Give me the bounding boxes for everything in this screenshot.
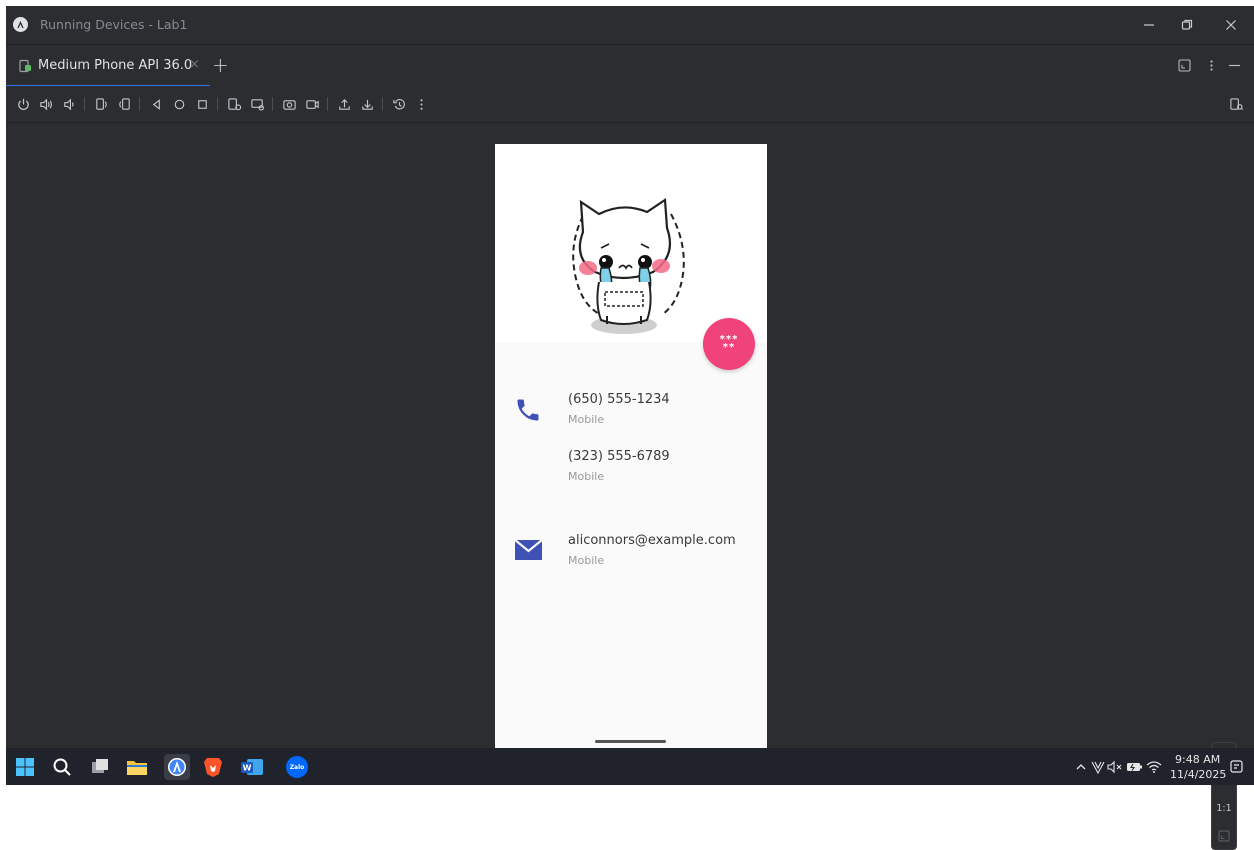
volume-up-icon[interactable] — [37, 95, 55, 113]
email-icon — [514, 539, 543, 566]
fab-stars-icon: *** ** — [720, 335, 739, 353]
rotate-left-icon[interactable] — [92, 95, 110, 113]
notifications-icon[interactable] — [1226, 756, 1248, 778]
task-view-icon[interactable] — [89, 756, 111, 778]
windows-start-icon[interactable] — [14, 756, 36, 778]
email-address[interactable]: aliconnors@example.com — [568, 533, 736, 548]
file-explorer-icon[interactable] — [126, 756, 148, 778]
download-icon[interactable] — [358, 95, 376, 113]
toolbar-divider — [382, 97, 383, 111]
title-bar: Running Devices - Lab1 — [6, 6, 1254, 44]
clock-time[interactable]: 9:48 AM — [1175, 753, 1220, 766]
emulator-toolbar — [6, 86, 1254, 122]
word-icon[interactable]: W — [239, 756, 265, 778]
phone-type-1: Mobile — [568, 413, 605, 426]
word-letter: W — [243, 764, 252, 773]
android-studio-logo-icon — [13, 17, 28, 32]
wifi-icon[interactable] — [1143, 756, 1165, 778]
minimize-button[interactable] — [1138, 14, 1160, 36]
fit-screen-icon[interactable] — [1212, 827, 1236, 846]
snapshot-restore-icon[interactable] — [390, 95, 408, 113]
tab-close-icon[interactable]: × — [189, 57, 200, 72]
phone-number-1[interactable]: (650) 555-1234 — [568, 392, 670, 407]
toolbar-divider — [139, 97, 140, 111]
home-icon[interactable] — [170, 95, 188, 113]
fab-button[interactable]: *** ** — [703, 318, 755, 370]
toolbar-divider — [217, 97, 218, 111]
phone-number-2[interactable]: (323) 555-6789 — [568, 449, 670, 464]
window-title: Running Devices - Lab1 — [40, 17, 188, 32]
hide-panel-icon[interactable] — [1228, 57, 1241, 76]
phone-screen[interactable]: *** ** (650) 555-1234 Mobile (323) 555-6… — [495, 144, 767, 748]
upload-icon[interactable] — [335, 95, 353, 113]
tab-label: Medium Phone API 36.0 — [38, 58, 193, 73]
overview-icon[interactable] — [193, 95, 211, 113]
email-type: Mobile — [568, 554, 605, 567]
phone-type-2: Mobile — [568, 470, 605, 483]
device-tab-bar: Medium Phone API 36.0 × + — [6, 44, 1254, 87]
device-icon — [18, 58, 32, 77]
search-icon[interactable] — [51, 756, 73, 778]
fold-device-icon[interactable] — [225, 95, 243, 113]
screen-record-icon[interactable] — [303, 95, 321, 113]
rotate-right-icon[interactable] — [115, 95, 133, 113]
fab-line-2: ** — [722, 342, 736, 353]
tab-medium-phone[interactable]: Medium Phone API 36.0 × — [6, 45, 210, 87]
crying-cat-illustration — [572, 198, 685, 334]
restore-button[interactable] — [1176, 14, 1198, 36]
close-window-button[interactable] — [1220, 14, 1242, 36]
toolbar-divider — [84, 97, 85, 111]
add-tab-icon[interactable]: + — [212, 53, 229, 77]
android-studio-taskbar-icon[interactable] — [164, 754, 190, 780]
screenshot-icon[interactable] — [280, 95, 298, 113]
back-icon[interactable] — [147, 95, 165, 113]
resize-icon[interactable] — [1178, 57, 1191, 76]
brave-browser-icon[interactable] — [202, 756, 224, 778]
zalo-icon[interactable]: Zalo — [286, 756, 308, 778]
power-icon[interactable] — [14, 95, 32, 113]
device-snapshot-icon[interactable] — [248, 95, 266, 113]
volume-down-icon[interactable] — [60, 95, 78, 113]
windows-taskbar: W Zalo 9:48 AM 11/4/2025 — [6, 748, 1254, 785]
gesture-nav-handle[interactable] — [595, 740, 666, 743]
phone-icon — [514, 395, 542, 429]
contact-header-image — [495, 144, 767, 343]
zalo-label: Zalo — [286, 756, 308, 778]
actual-size-button[interactable]: 1:1 — [1212, 803, 1236, 814]
toolbar-divider — [272, 97, 273, 111]
clock-date[interactable]: 11/4/2025 — [1170, 768, 1226, 781]
toolbar-more-icon[interactable] — [412, 95, 430, 113]
more-options-icon[interactable] — [1205, 57, 1218, 76]
device-mirroring-icon[interactable] — [1227, 95, 1245, 113]
toolbar-divider — [327, 97, 328, 111]
